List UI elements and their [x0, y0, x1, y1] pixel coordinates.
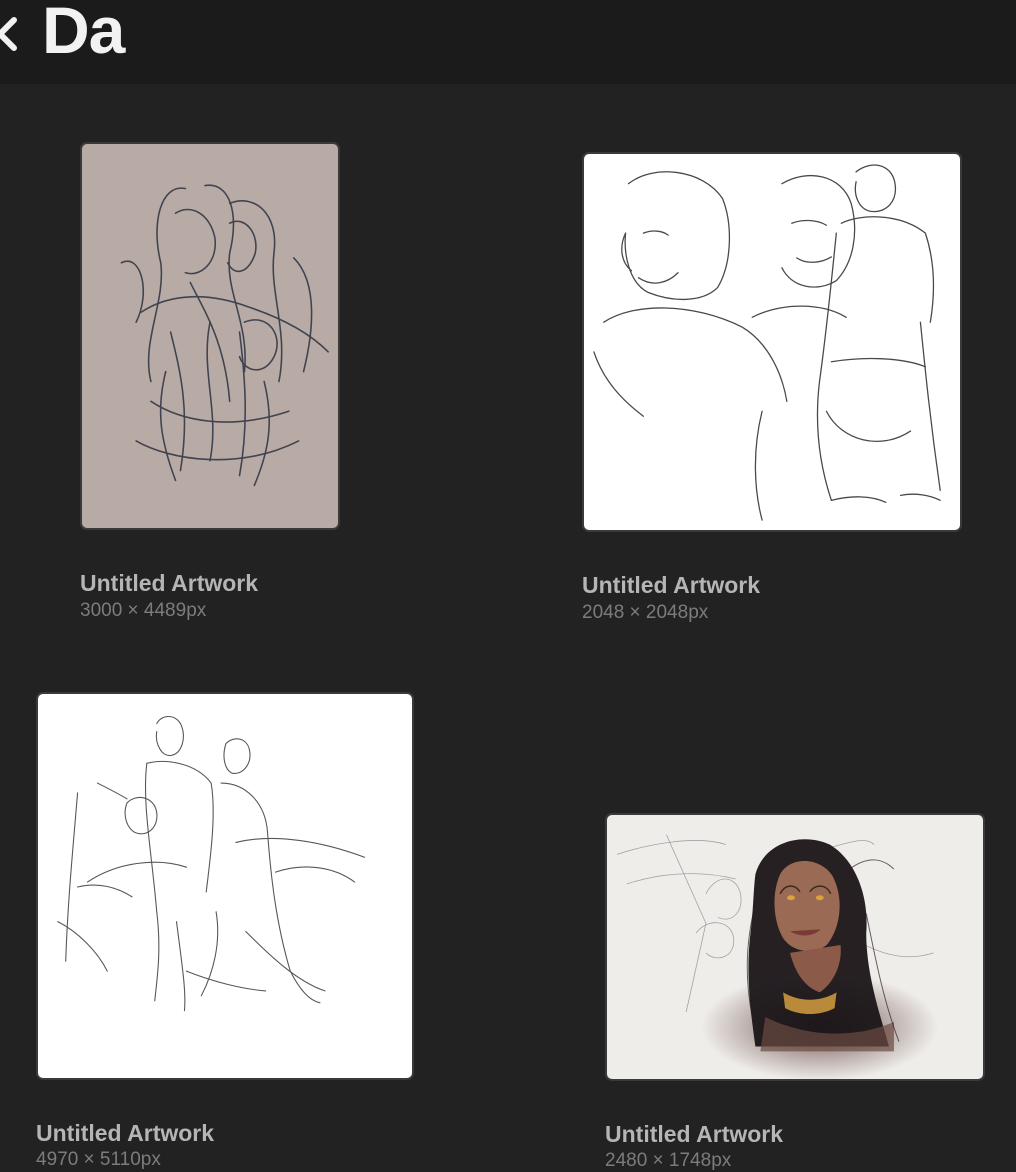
- artwork-size-1: 3000 × 4489px: [80, 600, 207, 621]
- artwork-thumbnail-1[interactable]: [80, 142, 340, 530]
- artwork-size-4: 2480 × 1748px: [605, 1150, 732, 1171]
- sketch-figures-image: [57, 715, 366, 1012]
- artwork-size-3: 4970 × 5110px: [36, 1149, 161, 1170]
- artwork-thumbnail-2[interactable]: [582, 152, 962, 532]
- gallery-title: Da: [42, 0, 125, 67]
- chevron-left-icon: [0, 17, 17, 51]
- artwork-thumbnail-4[interactable]: [605, 813, 985, 1081]
- artwork-title-3: Untitled Artwork: [36, 1120, 215, 1146]
- sketch-portraits-image: [593, 164, 941, 521]
- sketch-couple-image: [120, 184, 329, 487]
- artwork-size-2: 2048 × 2048px: [582, 602, 709, 623]
- artwork-title-4: Untitled Artwork: [605, 1121, 784, 1147]
- artwork-thumbnail-3[interactable]: [36, 692, 414, 1080]
- top-bar: Da: [0, 0, 1016, 84]
- artwork-title-1: Untitled Artwork: [80, 570, 259, 596]
- painted-portrait-image: [616, 834, 939, 1079]
- back-button[interactable]: [0, 0, 18, 68]
- artwork-title-2: Untitled Artwork: [582, 572, 761, 598]
